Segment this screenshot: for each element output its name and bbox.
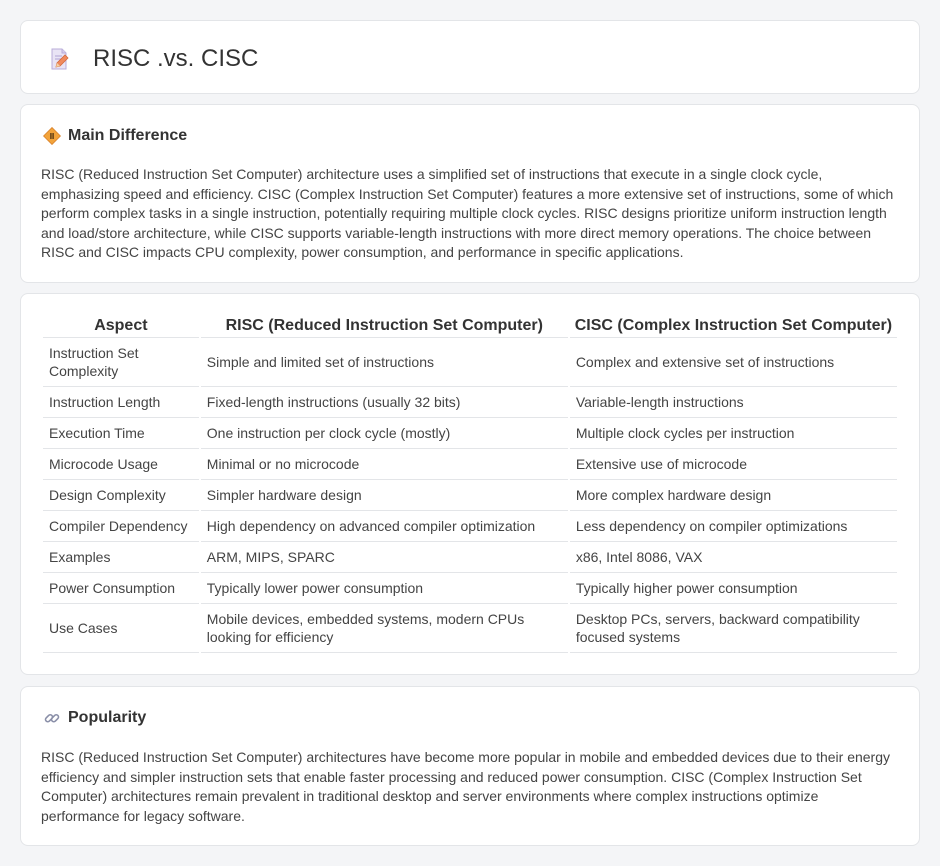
table-row: Use Cases Mobile devices, embedded syste… <box>43 604 897 653</box>
table-row: Instruction Set Complexity Simple and li… <box>43 338 897 387</box>
table-row: Design Complexity Simpler hardware desig… <box>43 480 897 511</box>
diamond-sign-icon <box>43 127 61 145</box>
main-difference-heading: Main Difference <box>68 127 188 144</box>
header-aspect: Aspect <box>43 316 199 338</box>
row-aspect: Instruction Length <box>43 387 199 418</box>
row-cisc: Less dependency on compiler optimization… <box>569 511 897 542</box>
row-risc: Minimal or no microcode <box>200 449 568 480</box>
popularity-text: RISC (Reduced Instruction Set Computer) … <box>41 749 891 824</box>
row-risc: One instruction per clock cycle (mostly) <box>200 418 568 449</box>
row-aspect: Execution Time <box>43 418 199 449</box>
table-row: Instruction Length Fixed-length instruct… <box>43 387 897 418</box>
row-aspect: Compiler Dependency <box>43 511 199 542</box>
main-difference-text: RISC (Reduced Instruction Set Computer) … <box>41 166 894 261</box>
main-difference-section: Main Difference RISC (Reduced Instructio… <box>20 104 920 283</box>
row-cisc: Extensive use of microcode <box>569 449 897 480</box>
header-cisc: CISC (Complex Instruction Set Computer) <box>569 316 897 338</box>
page-title: RISC .vs. CISC <box>93 45 259 72</box>
popularity-section: Popularity RISC (Reduced Instruction Set… <box>20 686 920 846</box>
row-aspect: Instruction Set Complexity <box>43 338 199 387</box>
row-cisc: Variable-length instructions <box>569 387 897 418</box>
row-aspect: Microcode Usage <box>43 449 199 480</box>
header-risc: RISC (Reduced Instruction Set Computer) <box>200 316 568 338</box>
row-cisc: x86, Intel 8086, VAX <box>569 542 897 573</box>
row-cisc: Typically higher power consumption <box>569 573 897 604</box>
row-risc: ARM, MIPS, SPARC <box>200 542 568 573</box>
row-risc: Simpler hardware design <box>200 480 568 511</box>
comparison-table: Aspect RISC (Reduced Instruction Set Com… <box>41 316 899 653</box>
row-aspect: Use Cases <box>43 604 199 653</box>
table-row: Compiler Dependency High dependency on a… <box>43 511 897 542</box>
table-header-row: Aspect RISC (Reduced Instruction Set Com… <box>43 316 897 338</box>
document-pencil-icon <box>51 48 69 70</box>
row-cisc: Multiple clock cycles per instruction <box>569 418 897 449</box>
link-icon <box>44 713 60 723</box>
row-cisc: More complex hardware design <box>569 480 897 511</box>
row-cisc: Complex and extensive set of instruction… <box>569 338 897 387</box>
row-aspect: Power Consumption <box>43 573 199 604</box>
row-risc: Fixed-length instructions (usually 32 bi… <box>200 387 568 418</box>
row-aspect: Examples <box>43 542 199 573</box>
row-risc: Mobile devices, embedded systems, modern… <box>200 604 568 653</box>
row-risc: High dependency on advanced compiler opt… <box>200 511 568 542</box>
table-row: Microcode Usage Minimal or no microcode … <box>43 449 897 480</box>
row-risc: Typically lower power consumption <box>200 573 568 604</box>
table-row: Power Consumption Typically lower power … <box>43 573 897 604</box>
main-difference-header: Main Difference <box>43 127 187 145</box>
popularity-header: Popularity <box>43 709 146 727</box>
row-aspect: Design Complexity <box>43 480 199 511</box>
popularity-heading: Popularity <box>68 709 147 726</box>
table-row: Examples ARM, MIPS, SPARC x86, Intel 808… <box>43 542 897 573</box>
comparison-section: Aspect RISC (Reduced Instruction Set Com… <box>20 293 920 675</box>
row-risc: Simple and limited set of instructions <box>200 338 568 387</box>
title-card: RISC .vs. CISC <box>20 20 920 94</box>
row-cisc: Desktop PCs, servers, backward compatibi… <box>569 604 897 653</box>
table-row: Execution Time One instruction per clock… <box>43 418 897 449</box>
